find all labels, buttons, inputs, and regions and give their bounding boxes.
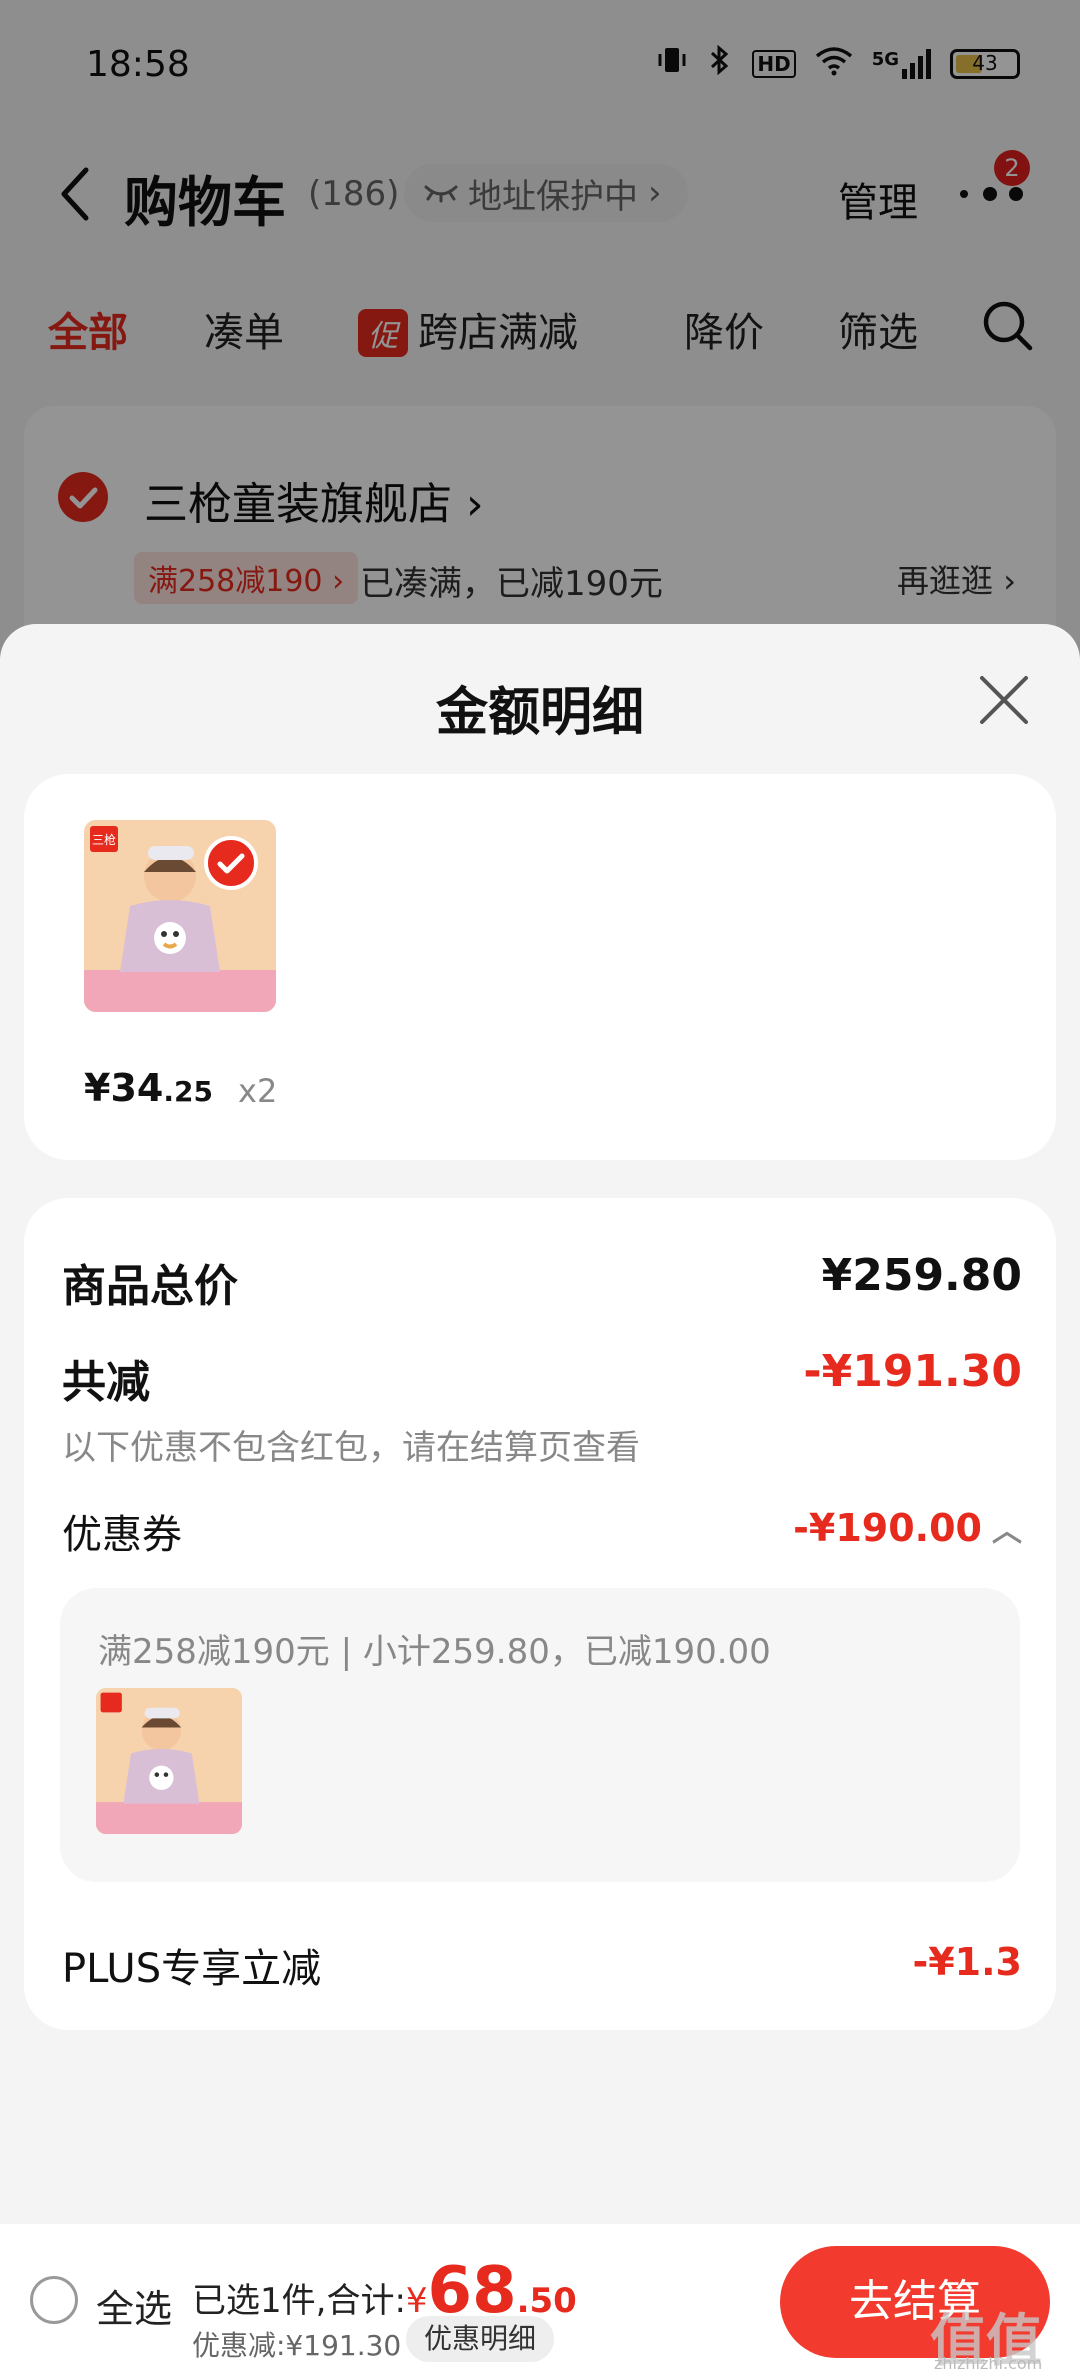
price-summary-card: 商品总价 ¥259.80 共减 -¥191.30 以下优惠不包含红包，请在结算页… [24,1198,1056,2030]
plus-discount-value: -¥1.3 [912,1940,1022,1984]
checkout-bar: 全选 已选1件,合计: ¥ 68 .50 优惠减:¥191.30 优惠明细 去结… [0,2224,1080,2376]
price-integer: ¥34 [84,1066,164,1110]
total-label: 商品总价 [62,1261,238,1312]
product-quantity: x2 [238,1072,278,1110]
product-selected-check [204,836,258,890]
total-value: ¥259.80 [821,1250,1022,1301]
product-photo [96,1688,242,1834]
chevron-up-icon: ︿ [992,1514,1022,1549]
close-button[interactable] [978,674,1030,726]
coupon-detail-box: 满258减190元 | 小计259.80，已减190.00 [60,1588,1020,1882]
watermark-site: zhizhizhi.com [934,2354,1043,2373]
sheet-title: 金额明细 [435,683,644,743]
selected-count-text: 已选1件,合计: [192,2281,406,2321]
close-icon [980,676,1028,724]
total-decimal: .50 [516,2281,577,2321]
select-all-checkbox[interactable] [30,2276,78,2324]
product-card: 三枪 ¥34.25 x2 [24,774,1056,1160]
price-decimal: .25 [163,1075,213,1108]
reduce-label: 共减 [62,1357,150,1408]
discount-detail-button[interactable]: 优惠明细 [406,2316,555,2362]
amount-detail-sheet: 金额明细 三枪 ¥34.25 x2 商品总价 ¥259.80 共减 -¥191.… [0,624,1080,2224]
total-currency: ¥ [405,2281,428,2321]
select-all-label[interactable]: 全选 [96,2278,172,2333]
coupon-row-toggle[interactable]: -¥190.00 ︿ [793,1506,1022,1550]
reduce-note: 以下优惠不包含红包，请在结算页查看 [62,1428,640,1468]
product-price: ¥34.25 [84,1066,213,1110]
reduce-value: -¥191.30 [803,1346,1022,1397]
brand-mark: 三枪 [92,832,116,847]
check-icon [217,853,245,874]
coupon-description: 满258减190元 | 小计259.80，已减190.00 [98,1632,771,1672]
discount-amount: 优惠减:¥191.30 [192,2329,402,2362]
plus-discount-label: PLUS专享立减 [62,1946,322,1992]
coupon-product-thumbnail [96,1688,242,1834]
coupon-value: -¥190.00 [793,1506,982,1550]
coupon-label: 优惠券 [62,1512,182,1558]
